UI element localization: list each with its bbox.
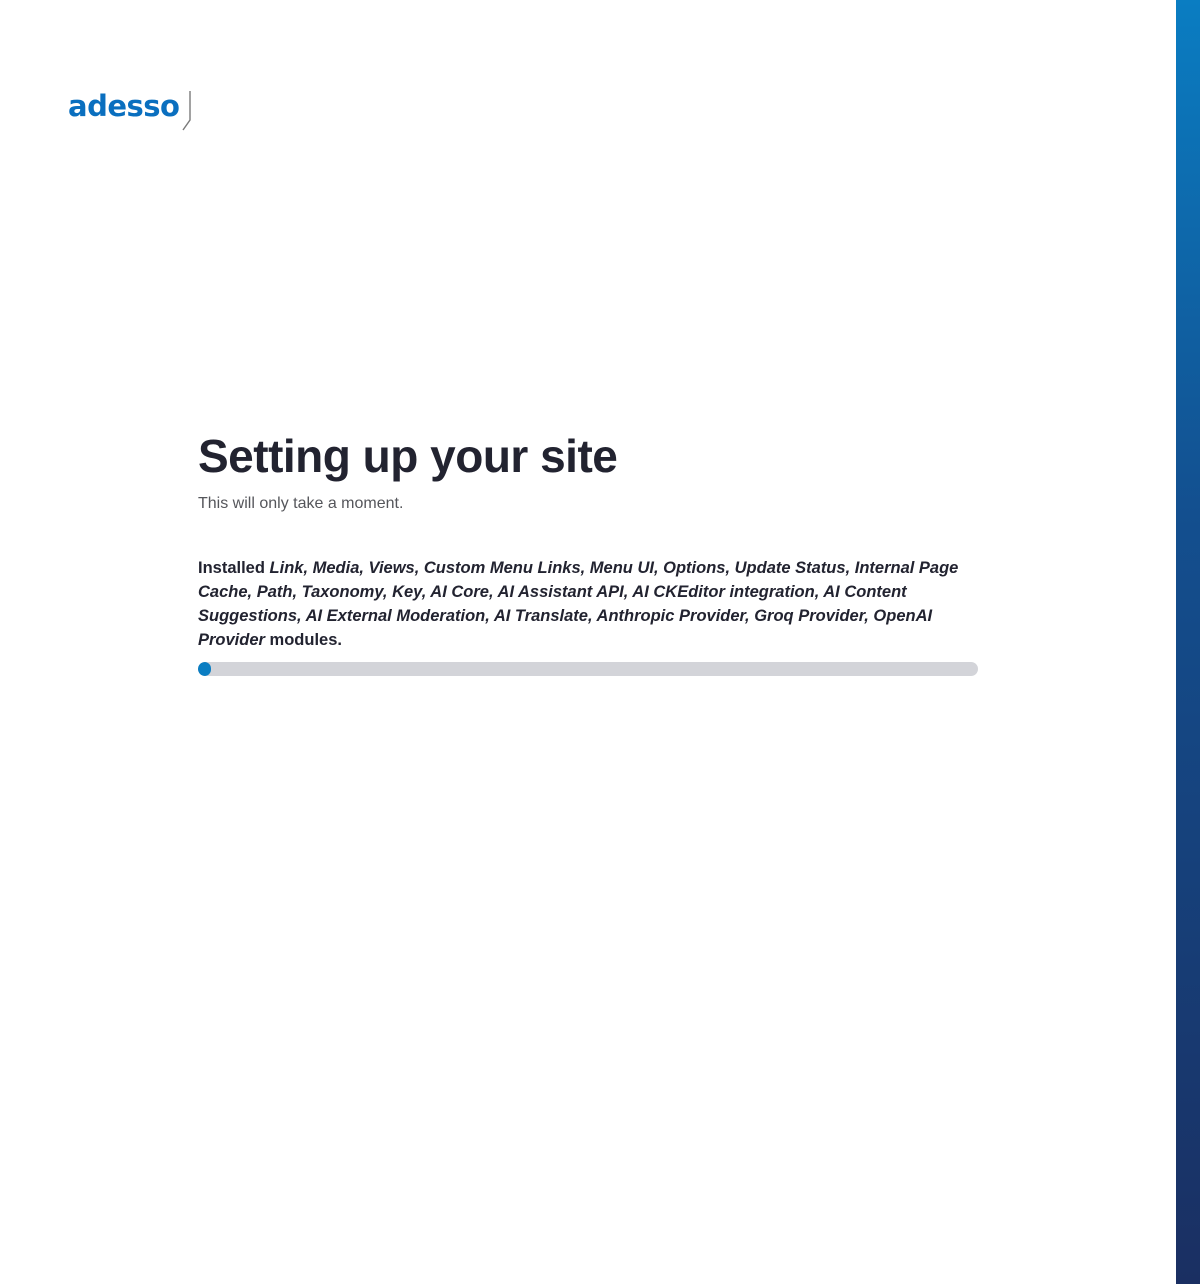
progress-bar-fill <box>198 662 212 676</box>
installer-page: adesso Setting up your site This will on… <box>0 0 1200 1284</box>
status-prefix: Installed <box>198 559 265 577</box>
brand-logo: adesso <box>68 88 194 132</box>
install-progress-panel: Setting up your site This will only take… <box>198 428 978 676</box>
page-title: Setting up your site <box>198 430 618 482</box>
status-suffix: modules. <box>269 631 342 649</box>
brand-side-stripe <box>1176 0 1200 1284</box>
page-subtitle: This will only take a moment. <box>198 495 404 512</box>
logo-bracket-icon <box>182 91 192 131</box>
progress-bar <box>198 662 978 676</box>
logo-wordmark: adesso <box>68 89 180 123</box>
install-status-message: Installed Link, Media, Views, Custom Men… <box>198 556 978 652</box>
